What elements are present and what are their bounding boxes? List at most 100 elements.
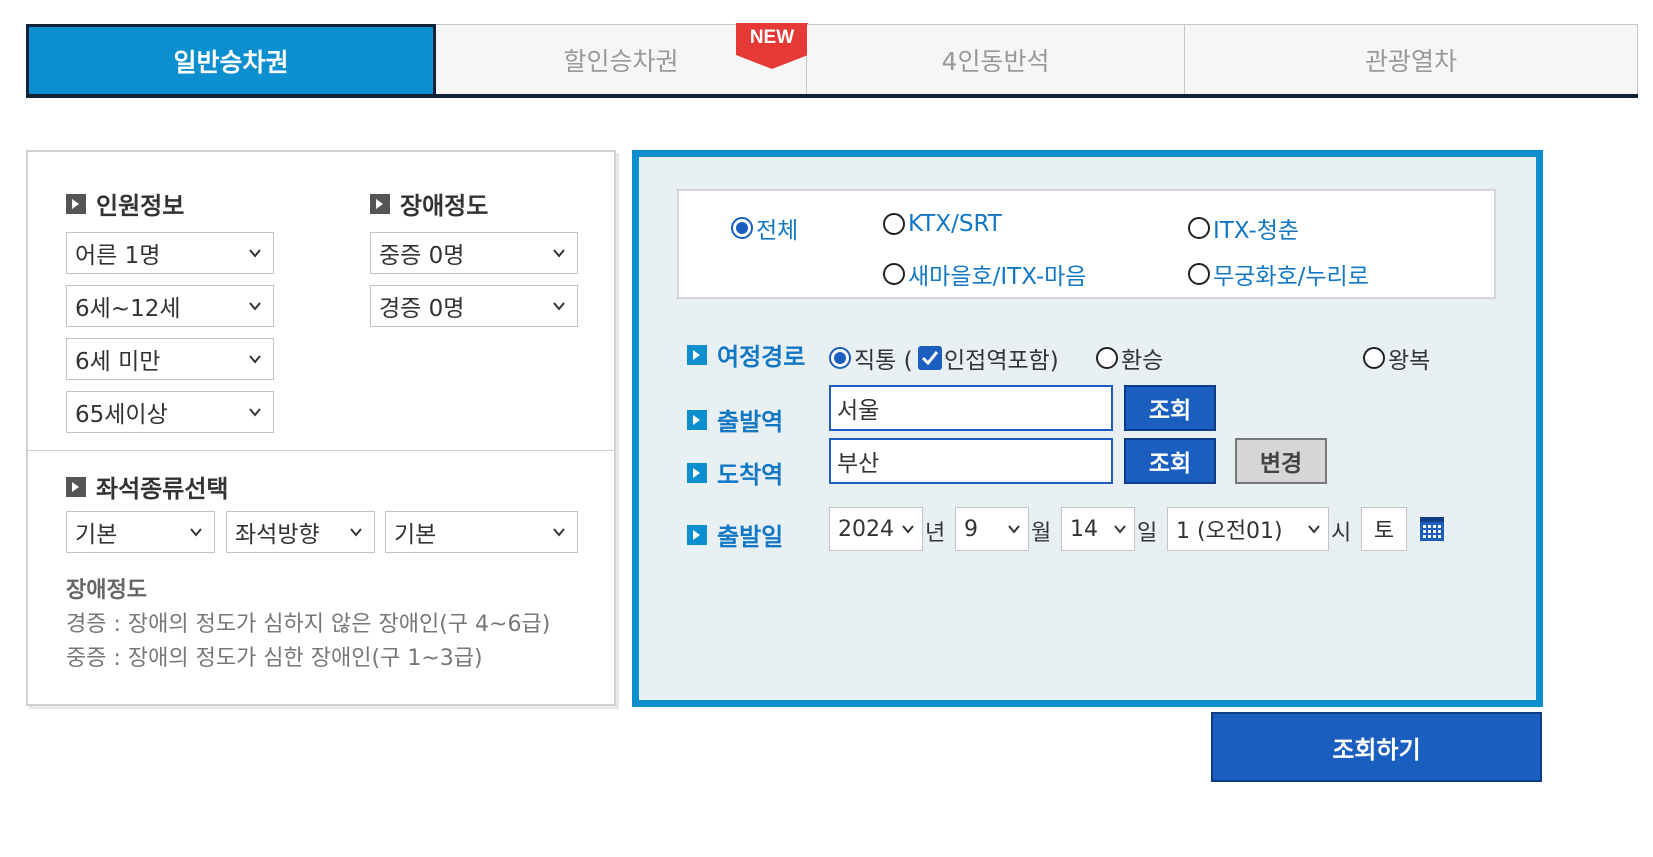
disability-title: 장애정도: [370, 186, 488, 221]
route-transfer-radio[interactable]: 환승: [1096, 341, 1163, 375]
select-value: 좌석방향: [235, 522, 320, 548]
seat-position-select[interactable]: 기본: [385, 511, 578, 553]
senior-count-select[interactable]: 65세이상: [66, 391, 274, 433]
arrow-box-icon: [66, 476, 86, 497]
departure-label: 출발역: [687, 402, 783, 437]
search-submit-button[interactable]: 조회하기: [1211, 712, 1542, 782]
adjacent-station-checkbox[interactable]: 인접역포함): [914, 341, 1059, 375]
train-type-all-radio[interactable]: 전체: [731, 211, 798, 245]
radio-label: 직통 (: [854, 348, 913, 374]
chevron-down-icon: [249, 355, 261, 364]
select-value: 14: [1070, 516, 1098, 542]
radio-selected-icon: [829, 347, 851, 369]
tab-group-seat[interactable]: 4인동반석: [807, 24, 1185, 94]
adult-count-select[interactable]: 어른 1명: [66, 232, 274, 274]
route-roundtrip-radio[interactable]: 왕복: [1363, 341, 1430, 375]
chevron-down-icon: [902, 525, 914, 534]
year-select[interactable]: 2024: [829, 507, 923, 551]
hour-select[interactable]: 1 (오전01): [1167, 507, 1329, 551]
route-direct-radio[interactable]: 직통 (: [829, 341, 913, 375]
seat-type-title: 좌석종류선택: [66, 469, 228, 504]
arrow-box-icon: [66, 193, 86, 214]
infant-count-select[interactable]: 6세 미만: [66, 338, 274, 380]
select-value: 65세이상: [75, 402, 168, 428]
chevron-down-icon: [553, 302, 565, 311]
route-label: 여정경로: [687, 337, 805, 372]
day-unit: 일: [1137, 521, 1158, 546]
passenger-panel: 인원정보 장애정도 어른 1명 6세~12세 6세 미만 65세이상 중증 0명…: [26, 150, 616, 706]
select-value: 기본: [394, 522, 437, 548]
checkbox-label: 인접역포함): [944, 348, 1059, 374]
radio-icon: [1096, 347, 1118, 369]
train-type-saemaeul-radio[interactable]: 새마을호/ITX-마음: [883, 257, 1086, 291]
arrow-box-icon: [687, 524, 707, 545]
severe-disability-select[interactable]: 중증 0명: [370, 232, 578, 274]
select-value: 2024: [838, 516, 894, 542]
radio-label: 왕복: [1388, 348, 1431, 374]
select-value: 6세~12세: [75, 296, 181, 322]
radio-label: KTX/SRT: [908, 211, 1002, 237]
departure-date-label: 출발일: [687, 517, 783, 552]
chevron-down-icon: [553, 249, 565, 258]
row-label-text: 도착역: [717, 461, 784, 489]
train-type-mugunghwa-radio[interactable]: 무궁화호/누리로: [1188, 257, 1369, 291]
checkbox-checked-icon: [918, 346, 942, 370]
radio-label: 환승: [1121, 348, 1164, 374]
row-label-text: 출발일: [717, 523, 784, 551]
passenger-info-title: 인원정보: [66, 186, 184, 221]
chevron-down-icon: [249, 408, 261, 417]
chevron-down-icon: [350, 528, 362, 537]
train-type-itx-radio[interactable]: ITX-청춘: [1188, 211, 1299, 245]
calendar-icon[interactable]: [1419, 516, 1445, 542]
seat-class-select[interactable]: 기본: [66, 511, 215, 553]
arrow-box-icon: [687, 462, 707, 483]
month-unit: 월: [1031, 521, 1052, 546]
departure-station-input[interactable]: 서울: [829, 385, 1113, 431]
tab-tour-train[interactable]: 관광열차: [1185, 24, 1638, 94]
train-type-box: 전체 KTX/SRT ITX-청춘 새마을호/ITX-마음 무궁화호/누리로: [677, 189, 1496, 299]
radio-label: 무궁화호/누리로: [1213, 264, 1369, 290]
day-select[interactable]: 14: [1061, 507, 1135, 551]
section-title-text: 인원정보: [96, 192, 185, 220]
arrow-box-icon: [687, 409, 707, 430]
new-badge-text: NEW: [749, 27, 795, 48]
ticket-tabs: 일반승차권 할인승차권 NEW 4인동반석 관광열차: [26, 23, 1638, 98]
select-value: 경증 0명: [379, 296, 465, 322]
tab-general-ticket[interactable]: 일반승차권: [26, 24, 436, 94]
train-type-ktx-radio[interactable]: KTX/SRT: [883, 211, 1002, 237]
month-select[interactable]: 9: [955, 507, 1029, 551]
seat-direction-select[interactable]: 좌석방향: [226, 511, 375, 553]
section-title-text: 좌석종류선택: [96, 475, 229, 503]
select-value: 1 (오전01): [1176, 519, 1283, 544]
departure-search-button[interactable]: 조회: [1124, 385, 1216, 431]
checkmark-icon: [921, 351, 939, 366]
chevron-down-icon: [249, 249, 261, 258]
arrival-station-input[interactable]: 부산: [829, 438, 1113, 484]
tab-label: 관광열차: [1364, 46, 1457, 76]
mild-disability-select[interactable]: 경증 0명: [370, 285, 578, 327]
radio-icon: [883, 263, 905, 285]
select-value: 기본: [75, 522, 118, 548]
hour-unit: 시: [1331, 521, 1352, 546]
arrival-search-button[interactable]: 조회: [1124, 438, 1216, 484]
select-value: 6세 미만: [75, 349, 161, 375]
radio-icon: [883, 213, 905, 235]
tab-discount-ticket[interactable]: 할인승차권 NEW: [436, 23, 808, 94]
swap-stations-button[interactable]: 변경: [1235, 438, 1327, 484]
chevron-down-icon: [1114, 525, 1126, 534]
radio-selected-icon: [731, 217, 753, 239]
chevron-down-icon: [1308, 525, 1320, 534]
chevron-down-icon: [249, 302, 261, 311]
disability-note-title: 장애정도: [66, 578, 147, 603]
arrow-box-icon: [370, 193, 390, 214]
arrival-label: 도착역: [687, 455, 783, 490]
tab-label: 일반승차권: [173, 47, 289, 77]
disability-note-severe: 중증 : 장애의 정도가 심한 장애인(구 1~3급): [66, 646, 483, 671]
tab-label: 4인동반석: [941, 46, 1050, 76]
chevron-down-icon: [1008, 525, 1020, 534]
panel-divider: [28, 450, 614, 451]
radio-label: ITX-청춘: [1213, 218, 1300, 244]
row-label-text: 여정경로: [717, 343, 806, 371]
child-count-select[interactable]: 6세~12세: [66, 285, 274, 327]
weekday-field: 토: [1361, 507, 1407, 551]
